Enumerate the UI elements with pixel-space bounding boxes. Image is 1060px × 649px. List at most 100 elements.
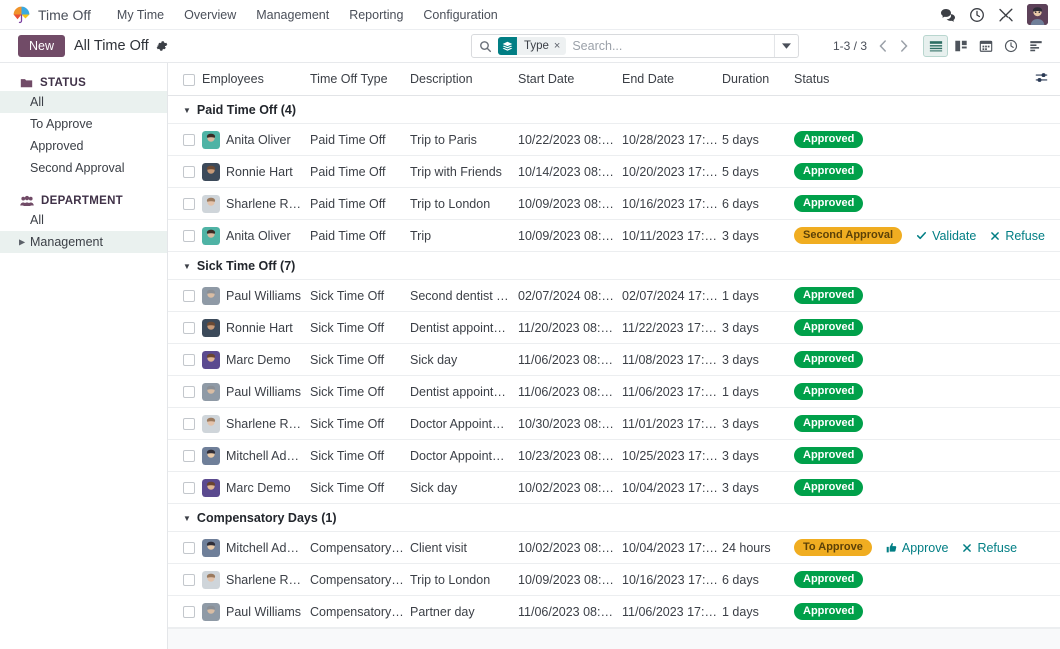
action-validate-button[interactable]: Validate	[916, 229, 976, 243]
group-row[interactable]: ▼ Compensatory Days (1)	[168, 503, 1060, 532]
cell-status: Approved	[794, 408, 1060, 440]
caret-down-icon: ▼	[183, 105, 191, 115]
activity-view-button[interactable]	[998, 35, 1023, 57]
row-checkbox[interactable]	[183, 542, 195, 555]
cell-start-date: 10/09/2023 08:00:...	[518, 572, 618, 587]
sidebar-item-status-to-approve[interactable]: To Approve	[0, 113, 167, 135]
user-avatar[interactable]	[1027, 4, 1048, 25]
cell-time-off-type: Paid Time Off	[310, 196, 386, 211]
search-view[interactable]: Type ×	[470, 34, 799, 58]
brand[interactable]: Time Off	[12, 5, 91, 24]
cell-status: Approved	[794, 156, 1060, 188]
group-row[interactable]: ▼ Paid Time Off (4)	[168, 95, 1060, 124]
facet-remove-icon[interactable]: ×	[554, 40, 566, 52]
row-checkbox[interactable]	[183, 386, 195, 399]
employee-name: Marc Demo	[226, 352, 291, 367]
sidebar-item-department-all[interactable]: All	[0, 209, 167, 231]
row-checkbox[interactable]	[183, 418, 195, 431]
nav-link-reporting[interactable]: Reporting	[339, 4, 413, 26]
list-view: Employees Time Off Type Description Star…	[168, 63, 1060, 649]
cell-employee: Ronnie Hart	[202, 312, 310, 344]
row-checkbox[interactable]	[183, 606, 195, 619]
tools-icon[interactable]	[998, 7, 1014, 23]
gantt-view-button[interactable]	[1023, 35, 1048, 57]
column-header-status[interactable]: Status	[794, 63, 1030, 96]
sidebar-item-status-approved[interactable]: Approved	[0, 135, 167, 157]
cell-description: Sick day	[410, 480, 458, 495]
nav-link-my-time[interactable]: My Time	[107, 4, 174, 26]
sidebar-item-status-all[interactable]: All	[0, 91, 167, 113]
nav-link-configuration[interactable]: Configuration	[413, 4, 507, 26]
table-row[interactable]: Anita Oliver Paid Time Off Trip to Paris 10…	[168, 124, 1060, 156]
row-checkbox[interactable]	[183, 166, 195, 179]
cell-end-date: 11/22/2023 17:00:...	[622, 320, 718, 335]
column-header-employees[interactable]: Employees	[202, 63, 310, 96]
table-row[interactable]: Paul Williams Sick Time Off Second dentist…	[168, 280, 1060, 312]
column-header-duration[interactable]: Duration	[722, 63, 794, 96]
table-row[interactable]: Paul Williams Compensatory Days Partner da…	[168, 596, 1060, 628]
row-select-cell	[168, 312, 202, 344]
row-checkbox[interactable]	[183, 482, 195, 495]
table-row[interactable]: Anita Oliver Paid Time Off Trip 10/09/2023 …	[168, 220, 1060, 252]
cell-duration: 6 days	[722, 196, 759, 211]
action-approve-button[interactable]: Approve	[886, 541, 948, 555]
row-checkbox[interactable]	[183, 450, 195, 463]
column-header-start-date[interactable]: Start Date	[518, 63, 622, 96]
cell-status: Approved	[794, 440, 1060, 472]
table-row[interactable]: Sharlene Rhodes Sick Time Off Doctor Appoi…	[168, 408, 1060, 440]
column-header-end-date[interactable]: End Date	[622, 63, 722, 96]
status-badge: Approved	[794, 415, 864, 432]
cell-duration: 24 hours	[722, 540, 771, 555]
status-badge: Approved	[794, 571, 864, 588]
table-row[interactable]: Ronnie Hart Sick Time Off Dentist appointm…	[168, 312, 1060, 344]
cell-employee: Marc Demo	[202, 344, 310, 376]
group-row[interactable]: ▼ Sick Time Off (7)	[168, 251, 1060, 280]
table-row[interactable]: Sharlene Rhodes Compensatory Days Trip to …	[168, 564, 1060, 596]
select-all-checkbox[interactable]	[183, 73, 195, 86]
sliders-icon[interactable]	[1035, 73, 1048, 87]
status-badge: Approved	[794, 383, 864, 400]
table-row[interactable]: Mitchell Admin Compensatory Days Client vi…	[168, 532, 1060, 564]
row-checkbox[interactable]	[183, 198, 195, 211]
table-row[interactable]: Ronnie Hart Paid Time Off Trip with Friend…	[168, 156, 1060, 188]
cell-start-date: 10/14/2023 08:00:...	[518, 164, 618, 179]
pager-next-button[interactable]	[894, 36, 913, 56]
table-row[interactable]: Mitchell Admin Sick Time Off Doctor Appoin…	[168, 440, 1060, 472]
nav-link-overview[interactable]: Overview	[174, 4, 246, 26]
search-dropdown-toggle[interactable]	[773, 35, 798, 57]
search-input[interactable]	[572, 39, 774, 53]
row-checkbox[interactable]	[183, 322, 195, 335]
gear-icon[interactable]	[156, 40, 168, 52]
calendar-view-button[interactable]	[973, 35, 998, 57]
column-header-time-off-type[interactable]: Time Off Type	[310, 63, 410, 96]
sidebar-item-department-management-label: Management	[30, 235, 103, 249]
cell-employee: Anita Oliver	[202, 124, 310, 156]
pager-previous-button[interactable]	[873, 36, 892, 56]
group-title: Compensatory Days (1)	[196, 510, 337, 525]
search-facet-type[interactable]: Type ×	[497, 37, 567, 55]
cell-duration: 3 days	[722, 352, 759, 367]
new-button[interactable]: New	[18, 35, 66, 57]
sidebar-item-status-second-approval[interactable]: Second Approval	[0, 157, 167, 179]
sidebar-item-department-management[interactable]: ▶ Management	[0, 231, 167, 253]
action-refuse-button[interactable]: Refuse	[962, 541, 1017, 555]
kanban-view-button[interactable]	[948, 35, 973, 57]
table-row[interactable]: Marc Demo Sick Time Off Sick day 11/06/2023…	[168, 344, 1060, 376]
table-row[interactable]: Paul Williams Sick Time Off Dentist appoin…	[168, 376, 1060, 408]
list-view-button[interactable]	[923, 35, 948, 57]
row-checkbox[interactable]	[183, 574, 195, 587]
table-row[interactable]: Marc Demo Sick Time Off Sick day 10/02/2023…	[168, 472, 1060, 504]
column-header-description[interactable]: Description	[410, 63, 518, 96]
messages-icon[interactable]	[940, 7, 956, 23]
nav-link-management[interactable]: Management	[246, 4, 339, 26]
row-checkbox[interactable]	[183, 354, 195, 367]
row-checkbox[interactable]	[183, 290, 195, 303]
clock-icon[interactable]	[969, 7, 985, 23]
table-row[interactable]: Sharlene Rhodes Paid Time Off Trip to Lond…	[168, 188, 1060, 220]
cell-start-date: 11/06/2023 08:00:...	[518, 384, 618, 399]
row-checkbox[interactable]	[183, 230, 195, 243]
employee-name: Ronnie Hart	[226, 320, 293, 335]
row-checkbox[interactable]	[183, 134, 195, 147]
action-refuse-button[interactable]: Refuse	[990, 229, 1045, 243]
cell-employee: Anita Oliver	[202, 220, 310, 252]
